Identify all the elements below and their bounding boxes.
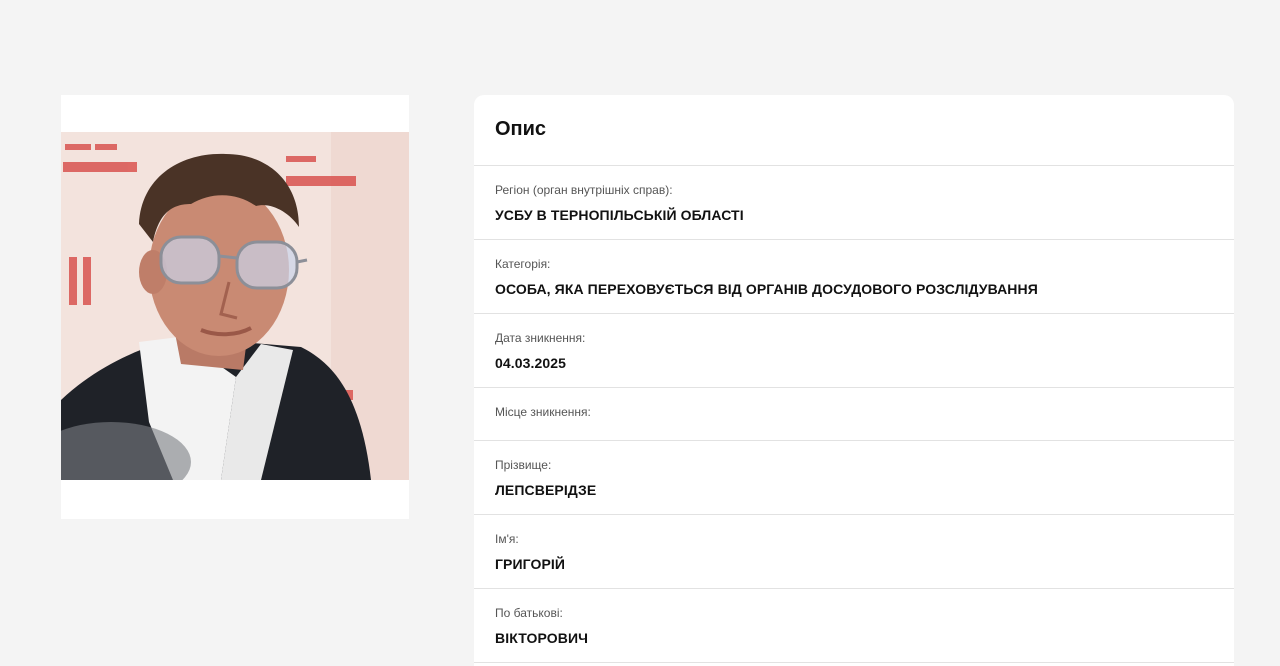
- field-first-name: Ім'я: ГРИГОРІЙ: [474, 515, 1234, 589]
- description-card: Опис Регіон (орган внутрішніх справ): УС…: [474, 95, 1234, 666]
- field-value: УСБУ В ТЕРНОПІЛЬСЬКІЙ ОБЛАСТІ: [495, 207, 744, 223]
- field-label: Місце зникнення:: [495, 405, 591, 419]
- field-label: Дата зникнення:: [495, 331, 586, 345]
- field-label: Ім'я:: [495, 532, 519, 546]
- field-label: Прізвище:: [495, 458, 552, 472]
- description-title: Опис: [495, 117, 547, 140]
- person-photo-illustration: [61, 132, 409, 480]
- field-category: Категорія: ОСОБА, ЯКА ПЕРЕХОВУЄТЬСЯ ВІД …: [474, 240, 1234, 314]
- person-photo[interactable]: [61, 132, 409, 480]
- field-value: 04.03.2025: [495, 355, 567, 371]
- field-label: Регіон (орган внутрішніх справ):: [495, 183, 673, 197]
- field-region: Регіон (орган внутрішніх справ): УСБУ В …: [474, 166, 1234, 240]
- description-header: Опис: [474, 95, 1234, 166]
- field-surname: Прізвище: ЛЕПСВЕРІДЗЕ: [474, 441, 1234, 515]
- field-patronymic: По батькові: ВІКТОРОВИЧ: [474, 589, 1234, 663]
- field-value: ЛЕПСВЕРІДЗЕ: [495, 482, 597, 498]
- field-value: ГРИГОРІЙ: [495, 556, 566, 572]
- field-label: Категорія:: [495, 257, 551, 271]
- field-value: ОСОБА, ЯКА ПЕРЕХОВУЄТЬСЯ ВІД ОРГАНІВ ДОС…: [495, 281, 1038, 297]
- field-label: По батькові:: [495, 606, 563, 620]
- photo-card: [61, 95, 409, 519]
- field-disappearance-place: Місце зникнення:: [474, 388, 1234, 441]
- page: Опис Регіон (орган внутрішніх справ): УС…: [0, 0, 1280, 666]
- field-disappearance-date: Дата зникнення: 04.03.2025: [474, 314, 1234, 388]
- field-value: ВІКТОРОВИЧ: [495, 630, 589, 646]
